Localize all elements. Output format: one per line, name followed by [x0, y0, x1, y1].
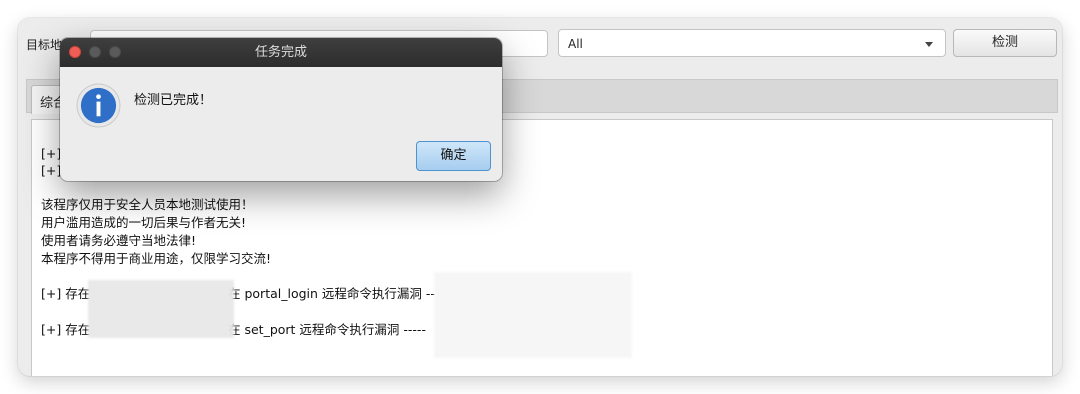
target-label: 目标地	[26, 38, 63, 52]
output-line: [+]	[41, 146, 62, 161]
info-icon	[76, 83, 121, 128]
ok-button[interactable]: 确定	[416, 141, 491, 171]
dialog-title: 任务完成	[254, 45, 307, 60]
output-line: 在 set_port 远程命令执行漏洞 -----	[228, 322, 426, 337]
output-line: 该程序仅用于安全人员本地测试使用！	[41, 197, 254, 212]
output-line: 使用者请务必遵守当地法律!	[41, 233, 197, 248]
redacted-region	[434, 272, 632, 358]
task-complete-dialog: 任务完成 检测已完成！ 确定	[60, 38, 502, 181]
dialog-titlebar: 任务完成	[60, 38, 502, 67]
vuln-type-select[interactable]: All	[558, 29, 946, 57]
vuln-select-value: All	[568, 37, 583, 51]
dialog-message: 检测已完成！	[134, 93, 213, 108]
redacted-region	[88, 280, 234, 338]
output-line: [+] 存在	[41, 286, 91, 301]
output-line: 用户滥用造成的一切后果与作者无关!	[41, 215, 247, 230]
output-line: 在 portal_login 远程命令执行漏洞 --	[228, 286, 435, 301]
output-line: [+] 存在	[41, 322, 91, 337]
chevron-down-icon	[925, 42, 933, 47]
output-line: 本程序不得用于商业用途，仅限学习交流!	[41, 251, 272, 266]
check-button[interactable]: 检测	[953, 29, 1057, 57]
output-line: [+]	[41, 163, 62, 178]
